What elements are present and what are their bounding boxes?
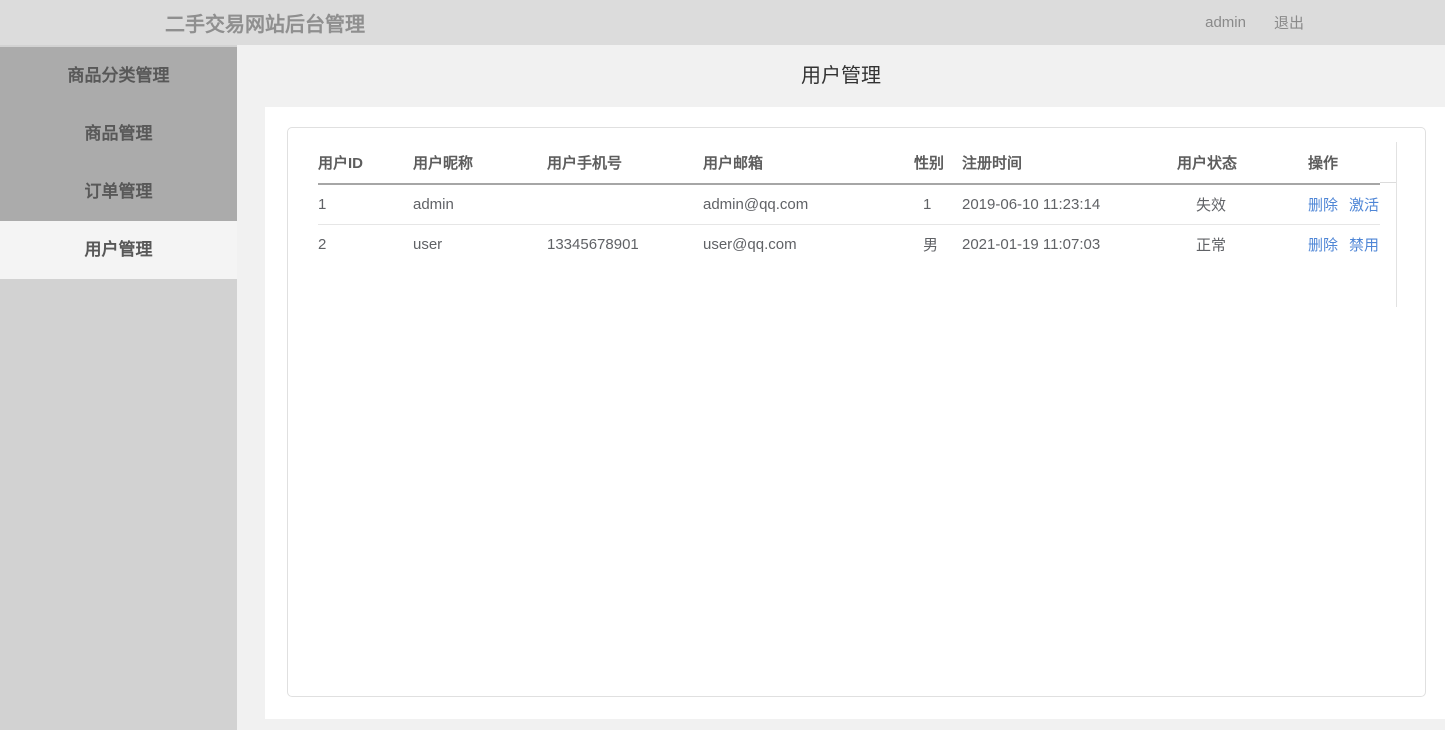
page-title: 用户管理 [801, 65, 881, 87]
sidebar-item[interactable]: 商品分类管理 [0, 47, 237, 105]
sidebar-item[interactable]: 商品管理 [0, 105, 237, 163]
cell-email: admin@qq.com [703, 184, 914, 225]
user-table-wrap: 用户ID 用户昵称 用户手机号 用户邮箱 性别 注册时间 用户状态 操作 1 admin admi… [318, 142, 1397, 307]
username-label: admin [1205, 14, 1246, 31]
table-right-divider [1396, 142, 1397, 307]
cell-reg_time: 2021-01-19 11:07:03 [962, 235, 1101, 253]
topbar: 二手交易网站后台管理 admin 退出 [0, 0, 1445, 45]
table-body: 1 admin admin@qq.com 1 2019-06-10 11:23:14 失效… [318, 184, 1380, 264]
cell-email: user@qq.com [703, 235, 797, 253]
header-gutter-line [1380, 142, 1396, 183]
column-header-phone: 用户手机号 [547, 142, 703, 185]
table-card: 用户ID 用户昵称 用户手机号 用户邮箱 性别 注册时间 用户状态 操作 1 admin admi… [287, 127, 1426, 697]
action-link[interactable]: 禁用 [1349, 237, 1379, 254]
action-link[interactable]: 删除 [1308, 237, 1338, 254]
main-content: 用户管理 用户ID 用户昵称 用户手机号 用户邮箱 性别 注册时间 用户状态 操作 1 admi… [237, 45, 1445, 730]
cell-reg_time: 2019-06-10 11:23:14 [962, 184, 1177, 225]
cell-actions: 删除 禁用 [1308, 224, 1380, 264]
column-header-reg_time: 注册时间 [962, 142, 1177, 185]
column-header-gender: 性别 [914, 142, 962, 185]
cell-phone: 13345678901 [547, 235, 639, 253]
cell-gender: 男 [923, 236, 939, 254]
table-row: 2 user 13345678901 user@qq.com 男 2021-01-19 1… [318, 224, 1380, 264]
sidebar-menu: 商品分类管理 商品管理 订单管理 用户管理 [0, 47, 237, 279]
action-link[interactable]: 激活 [1349, 197, 1379, 214]
cell-nickname: user [413, 235, 443, 253]
sidebar-item[interactable]: 订单管理 [0, 163, 237, 221]
content-panel: 用户ID 用户昵称 用户手机号 用户邮箱 性别 注册时间 用户状态 操作 1 admin admi… [265, 107, 1445, 719]
topbar-right: admin 退出 [1205, 12, 1445, 33]
column-header-status: 用户状态 [1177, 142, 1308, 185]
cell-actions: 删除 激活 [1308, 184, 1380, 225]
cell-nickname: admin [413, 184, 547, 225]
cell-status: 正常 [1196, 236, 1227, 254]
cell-gender: 1 [914, 184, 962, 225]
column-header-actions: 操作 [1308, 142, 1380, 185]
cell-phone [547, 184, 703, 225]
table-header-row: 用户ID 用户昵称 用户手机号 用户邮箱 性别 注册时间 用户状态 操作 [318, 142, 1380, 185]
column-header-email: 用户邮箱 [703, 142, 914, 185]
app-title: 二手交易网站后台管理 [165, 14, 365, 36]
column-header-nickname: 用户昵称 [413, 142, 547, 185]
user-table: 用户ID 用户昵称 用户手机号 用户邮箱 性别 注册时间 用户状态 操作 1 admin admi… [318, 142, 1380, 264]
action-link[interactable]: 删除 [1308, 197, 1338, 214]
logout-link[interactable]: 退出 [1274, 12, 1304, 33]
table-row: 1 admin admin@qq.com 1 2019-06-10 11:23:14 失效… [318, 184, 1380, 225]
cell-id: 1 [318, 184, 413, 225]
column-header-id: 用户ID [318, 142, 413, 185]
cell-status: 失效 [1177, 184, 1308, 225]
cell-id: 2 [318, 235, 327, 253]
sidebar-item-active[interactable]: 用户管理 [0, 221, 237, 279]
sidebar: 商品分类管理 商品管理 订单管理 用户管理 [0, 45, 237, 730]
